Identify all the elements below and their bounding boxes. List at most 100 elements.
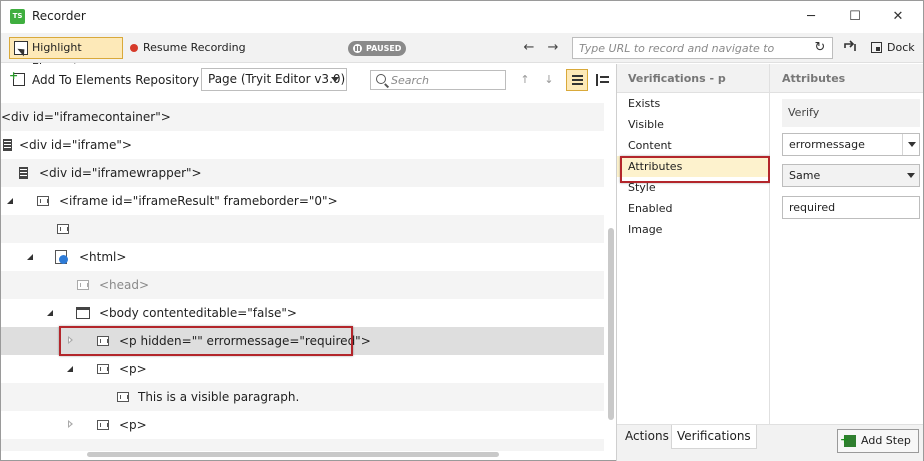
- element-icon: [97, 420, 109, 430]
- tree-node-label: <body contenteditable="false">: [99, 306, 297, 320]
- move-up-button[interactable]: ↑: [515, 70, 535, 90]
- forward-arrow-icon[interactable]: →: [544, 39, 562, 57]
- add-step-icon: [840, 429, 856, 451]
- element-icon: [37, 196, 49, 206]
- comparison-select[interactable]: Same: [782, 164, 920, 187]
- tree-node[interactable]: <p>: [1, 355, 604, 383]
- hierarchy-view-toggle[interactable]: [591, 69, 613, 91]
- tree-node-label: <p>: [119, 362, 147, 376]
- comparison-value: Same: [789, 169, 821, 182]
- tree-view-toggle[interactable]: [566, 69, 588, 91]
- attributes-header: Attributes: [770, 64, 923, 93]
- add-element-icon: [9, 66, 25, 86]
- verification-content[interactable]: Content: [617, 135, 769, 156]
- verify-label: Verify: [782, 99, 920, 127]
- elements-toolbar: Add To Elements Repository ▼ Page (Tryit…: [1, 64, 616, 96]
- hierarchy-icon: [596, 74, 609, 86]
- tree-node-label: <p>: [119, 418, 147, 432]
- tree-node: [1, 439, 604, 451]
- page-select[interactable]: Page (Tryit Editor v3.0): [201, 68, 347, 91]
- element-icon: [57, 224, 69, 234]
- dock-label: Dock: [887, 41, 915, 54]
- attributes-selection-highlight: [620, 156, 770, 183]
- frame-icon: [19, 167, 28, 179]
- page-select-value: Page (Tryit Editor v3.0): [208, 72, 346, 86]
- vertical-scroll-thumb[interactable]: [608, 228, 614, 420]
- tree-node-label: <iframe id="iframeResult" frameborder="0…: [59, 194, 338, 208]
- tree-node-label: <div id="iframe">: [19, 138, 132, 152]
- tree-node[interactable]: <p>: [1, 411, 604, 439]
- selected-element-highlight: [59, 326, 353, 356]
- tree-node[interactable]: <head>: [1, 271, 604, 299]
- tree-node[interactable]: <div id="iframe">: [1, 131, 604, 159]
- tree-vertical-scrollbar[interactable]: [608, 103, 614, 451]
- verification-image[interactable]: Image: [617, 219, 769, 240]
- recorder-window: TS Recorder ─ ☐ ✕ Highlight Element Resu…: [0, 0, 924, 461]
- tree-node[interactable]: <body contenteditable="false">: [1, 299, 604, 327]
- dock-button[interactable]: Dock: [869, 37, 915, 59]
- search-input[interactable]: [391, 71, 501, 89]
- tree-node[interactable]: This is a visible paragraph.: [1, 383, 604, 411]
- body-window-icon: [76, 307, 90, 319]
- tree-node[interactable]: <div id="iframewrapper">: [1, 159, 604, 187]
- maximize-button[interactable]: ☐: [835, 5, 875, 29]
- pause-icon: [353, 44, 362, 53]
- expand-arrow-icon[interactable]: [27, 254, 33, 260]
- tree-node[interactable]: <html>: [1, 243, 604, 271]
- element-icon: [117, 392, 129, 402]
- tree-node-label: <head>: [99, 278, 150, 292]
- search-field: [370, 70, 506, 90]
- html-document-icon: [54, 249, 69, 264]
- tree-node[interactable]: [1, 215, 604, 243]
- attribute-name-select[interactable]: errormessage: [782, 133, 920, 156]
- tab-verifications[interactable]: Verifications: [671, 425, 757, 449]
- tree-horizontal-scrollbar[interactable]: [1, 452, 604, 458]
- horizontal-scroll-thumb[interactable]: [87, 452, 499, 457]
- attributes-panel: Verify errormessage Same: [770, 93, 923, 424]
- collapsed-arrow-icon[interactable]: [68, 420, 73, 428]
- url-input[interactable]: [573, 38, 813, 58]
- back-arrow-icon[interactable]: ←: [520, 39, 538, 57]
- element-icon: [77, 280, 89, 290]
- verification-exists[interactable]: Exists: [617, 93, 769, 114]
- refresh-icon[interactable]: ↻: [812, 40, 828, 56]
- resume-recording-button[interactable]: Resume Recording: [129, 37, 246, 59]
- move-down-button[interactable]: ↓: [539, 70, 559, 90]
- add-to-repository-label: Add To Elements Repository: [32, 73, 200, 87]
- dom-tree: <div id="iframecontainer"> <div id="ifra…: [1, 103, 604, 451]
- expand-arrow-icon[interactable]: [7, 198, 13, 204]
- search-icon: [376, 74, 386, 84]
- url-field: ↻: [572, 37, 833, 59]
- resume-recording-label: Resume Recording: [143, 41, 246, 54]
- add-step-label: Add Step: [861, 434, 911, 447]
- swap-icon[interactable]: [841, 39, 859, 57]
- app-logo-icon: TS: [10, 9, 25, 24]
- swap-icon-graphic: [844, 40, 856, 51]
- minimize-button[interactable]: ─: [791, 5, 831, 29]
- paused-badge-label: PAUSED: [366, 44, 402, 53]
- expand-arrow-icon[interactable]: [47, 310, 53, 316]
- recorder-toolbar: Highlight Element Resume Recording PAUSE…: [1, 33, 923, 74]
- chevron-down-icon: [331, 77, 339, 82]
- bottom-bar: Actions Verifications Add Step: [617, 424, 923, 461]
- chevron-down-icon[interactable]: [902, 134, 919, 155]
- verifications-header: Verifications - p: [617, 64, 769, 93]
- record-dot-icon: [130, 44, 138, 52]
- tree-node-label: <html>: [79, 250, 127, 264]
- close-button[interactable]: ✕: [878, 5, 918, 29]
- tree-node-label: <div id="iframewrapper">: [39, 166, 202, 180]
- element-icon: [97, 364, 109, 374]
- chevron-down-icon[interactable]: [902, 165, 919, 186]
- tree-node[interactable]: <div id="iframecontainer">: [1, 103, 604, 131]
- verification-enabled[interactable]: Enabled: [617, 198, 769, 219]
- highlight-element-button[interactable]: Highlight Element: [9, 37, 123, 74]
- verification-visible[interactable]: Visible: [617, 114, 769, 135]
- add-to-repository-button[interactable]: Add To Elements Repository ▼: [9, 66, 213, 90]
- add-step-button[interactable]: Add Step: [837, 429, 919, 453]
- window-title: Recorder: [32, 9, 86, 23]
- expand-arrow-icon[interactable]: [67, 366, 73, 372]
- expected-value-input[interactable]: [782, 196, 920, 219]
- tree-node[interactable]: <iframe id="iframeResult" frameborder="0…: [1, 187, 604, 215]
- tab-actions[interactable]: Actions: [620, 425, 674, 449]
- dock-icon: [871, 42, 882, 53]
